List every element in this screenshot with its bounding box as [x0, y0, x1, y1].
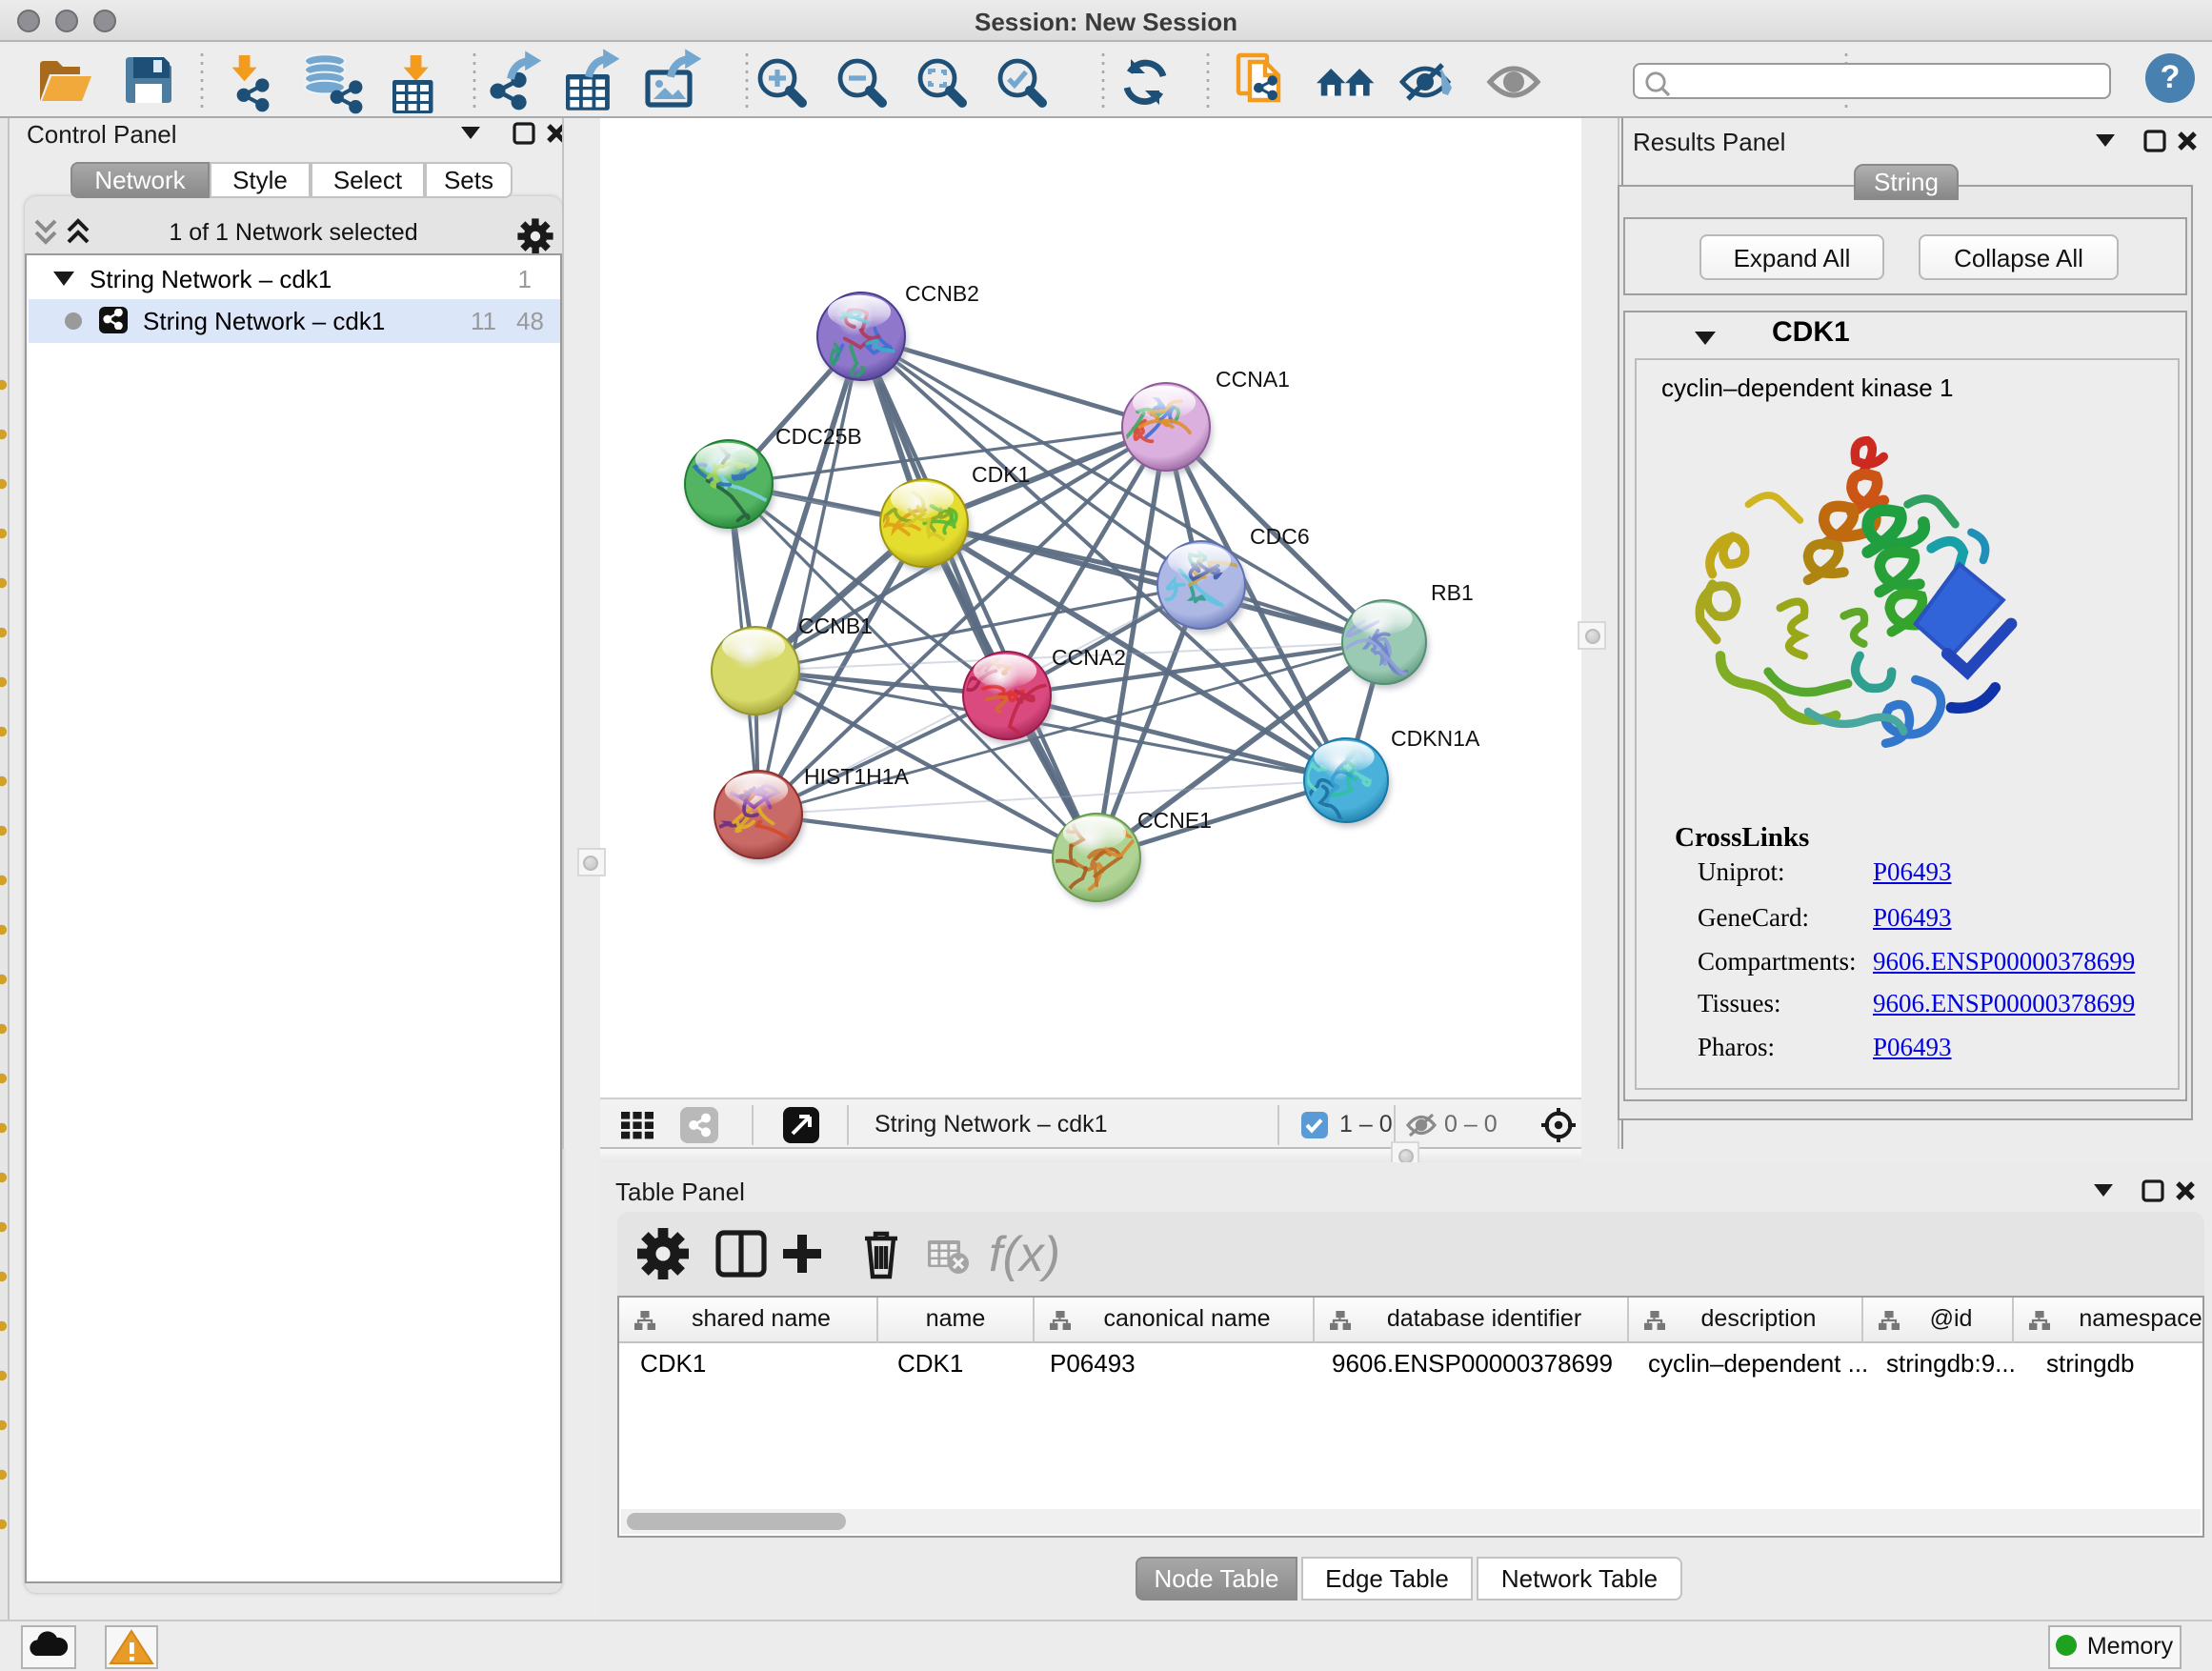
svg-text:HIST1H1A: HIST1H1A — [804, 764, 910, 789]
svg-text:CCNA2: CCNA2 — [1052, 645, 1126, 670]
svg-text:CDC25B: CDC25B — [775, 424, 862, 449]
svg-text:CCNA1: CCNA1 — [1216, 367, 1290, 392]
svg-text:RB1: RB1 — [1431, 580, 1474, 605]
svg-text:CCNE1: CCNE1 — [1137, 808, 1212, 833]
svg-text:f(x): f(x) — [989, 1227, 1060, 1282]
svg-text:CCNB1: CCNB1 — [798, 614, 873, 638]
svg-text:CCNB2: CCNB2 — [905, 281, 979, 306]
svg-text:CDKN1A: CDKN1A — [1391, 726, 1480, 751]
svg-text:CDK1: CDK1 — [972, 462, 1030, 487]
svg-text:CDC6: CDC6 — [1250, 524, 1310, 549]
